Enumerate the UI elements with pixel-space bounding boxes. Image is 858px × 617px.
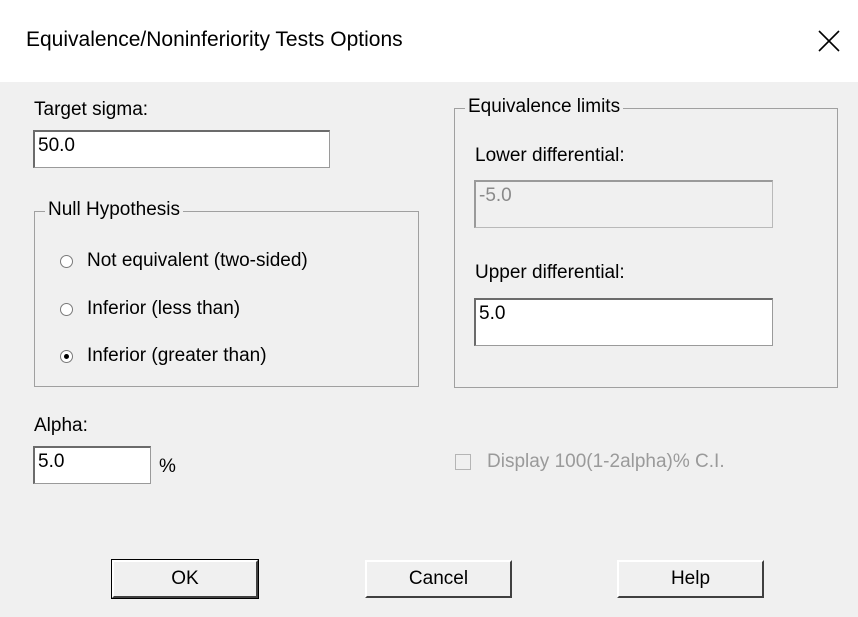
radio-button[interactable]	[60, 302, 73, 316]
upper-differential-label: Upper differential:	[475, 262, 625, 283]
title-bar: Equivalence/Noninferiority Tests Options	[0, 0, 858, 82]
alpha-unit: %	[159, 456, 176, 477]
display-ci-checkbox[interactable]	[455, 454, 471, 470]
close-icon	[818, 30, 840, 52]
upper-differential-input[interactable]: 5.0	[474, 298, 773, 346]
radio-not-equivalent[interactable]: Not equivalent (two-sided)	[60, 250, 308, 272]
lower-differential-label: Lower differential:	[475, 145, 625, 166]
lower-differential-input: -5.0	[474, 180, 773, 228]
radio-label: Inferior (greater than)	[87, 345, 267, 366]
cancel-button[interactable]: Cancel	[365, 560, 512, 598]
options-dialog: Equivalence/Noninferiority Tests Options…	[0, 0, 858, 617]
radio-button[interactable]	[60, 254, 73, 268]
radio-selected-dot	[64, 353, 69, 359]
radio-inferior-greater-than[interactable]: Inferior (greater than)	[60, 345, 267, 367]
radio-inferior-less-than[interactable]: Inferior (less than)	[60, 298, 240, 320]
radio-label: Inferior (less than)	[87, 298, 241, 319]
alpha-label: Alpha:	[34, 415, 88, 436]
target-sigma-label: Target sigma:	[34, 99, 149, 120]
equivalence-limits-legend: Equivalence limits	[465, 96, 624, 118]
alpha-input[interactable]: 5.0	[33, 446, 151, 484]
help-button[interactable]: Help	[617, 560, 764, 598]
display-ci-label: Display 100(1-2alpha)% C.I.	[487, 451, 725, 472]
ok-button[interactable]: OK	[111, 559, 259, 599]
display-ci-checkbox-row[interactable]: Display 100(1-2alpha)% C.I.	[455, 451, 725, 473]
radio-button-selected[interactable]	[60, 349, 73, 363]
null-hypothesis-legend: Null Hypothesis	[45, 199, 183, 221]
dialog-title: Equivalence/Noninferiority Tests Options	[26, 28, 403, 51]
target-sigma-input[interactable]: 50.0	[33, 130, 330, 168]
radio-label: Not equivalent (two-sided)	[87, 250, 308, 271]
close-button[interactable]	[800, 12, 858, 70]
